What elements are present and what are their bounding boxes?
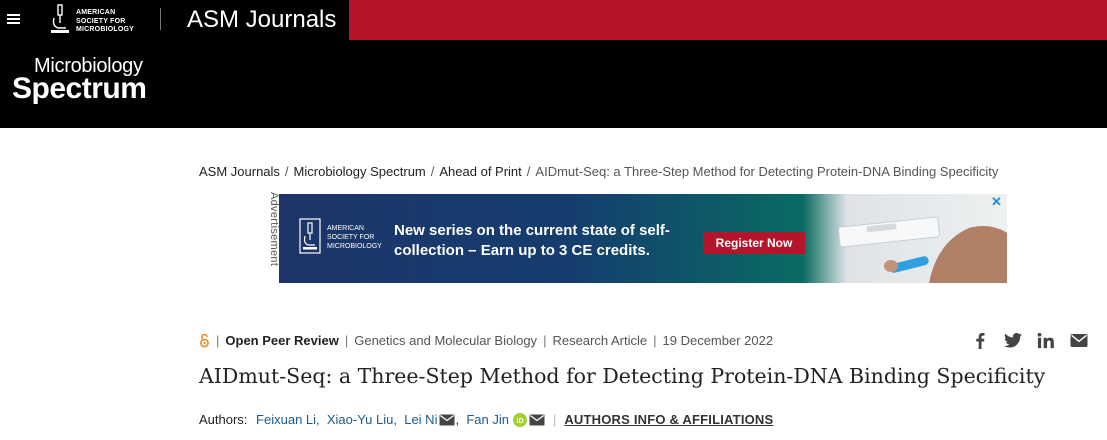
journal-banner: Microbiology Spectrum <box>0 40 1107 128</box>
register-now-button[interactable]: Register Now <box>703 232 805 254</box>
article-meta: | Open Peer Review | Genetics and Molecular… <box>199 331 773 351</box>
asm-logo[interactable]: AMERICAN SOCIETY FOR MICROBIOLOGY <box>48 4 158 36</box>
authors-line: Authors: Feixuan Li, Xiao-Yu Liu, Lei Ni… <box>199 412 774 427</box>
facebook-icon[interactable] <box>975 332 985 349</box>
ad-microscope-icon <box>299 218 321 254</box>
open-access-icon <box>200 333 209 348</box>
ad-headline: New series on the current state of self-… <box>394 222 670 259</box>
ad-banner[interactable]: AMERICAN SOCIETY FOR MICROBIOLOGY New se… <box>279 194 1007 283</box>
author-link[interactable]: Fan Jin <box>466 412 509 427</box>
email-icon[interactable] <box>1070 332 1088 349</box>
twitter-icon[interactable] <box>1004 332 1022 349</box>
authors-info-affiliations-link[interactable]: AUTHORS INFO & AFFILIATIONS <box>564 412 773 427</box>
breadcrumb-ahead-of-print[interactable]: Ahead of Print <box>439 164 521 179</box>
ad-close-icon[interactable]: ✕ <box>991 195 1003 208</box>
email-icon[interactable] <box>439 414 455 426</box>
meta-separator: | <box>653 333 657 348</box>
header-divider <box>160 8 161 30</box>
microscope-icon <box>51 4 69 33</box>
ad-label: Advertisement <box>268 192 280 267</box>
authors-label: Authors: <box>199 412 248 427</box>
email-icon[interactable] <box>529 414 545 426</box>
meta-separator: | <box>543 333 547 348</box>
article-type: Research Article <box>552 333 648 348</box>
breadcrumb-separator: / <box>284 164 289 179</box>
share-bar <box>973 331 1093 351</box>
peer-review-link[interactable]: Open Peer Review <box>225 333 338 348</box>
site-title[interactable]: ASM Journals <box>187 5 336 35</box>
breadcrumb: ASM Journals / Microbiology Spectrum / Ahead… <box>199 163 998 181</box>
subject-link[interactable]: Genetics and Molecular Biology <box>354 333 537 348</box>
linkedin-icon[interactable] <box>1037 332 1055 349</box>
orcid-icon[interactable]: iD <box>512 413 527 427</box>
journal-logo-line2[interactable]: Spectrum <box>12 71 147 107</box>
ad-test-kit-image <box>838 216 1007 283</box>
svg-text:iD: iD <box>516 418 523 425</box>
author-link[interactable]: Lei Ni <box>404 412 437 427</box>
ad-logo-text: AMERICAN SOCIETY FOR MICROBIOLOGY <box>327 225 382 250</box>
authors-separator: | <box>552 412 557 427</box>
publish-date: 19 December 2022 <box>662 333 774 348</box>
breadcrumb-current: AIDmut-Seq: a Three-Step Method for Dete… <box>535 164 999 179</box>
top-bar-accent <box>349 0 1107 40</box>
author-link[interactable]: Xiao-Yu Liu, <box>327 412 397 427</box>
asm-logo-text: AMERICAN SOCIETY FOR MICROBIOLOGY <box>76 9 135 33</box>
breadcrumb-asm-journals[interactable]: ASM Journals <box>199 164 280 179</box>
menu-icon[interactable] <box>7 12 21 26</box>
meta-separator: | <box>216 333 220 348</box>
meta-separator: | <box>344 333 349 348</box>
breadcrumb-separator: / <box>526 164 531 179</box>
breadcrumb-microbiology-spectrum[interactable]: Microbiology Spectrum <box>294 164 426 179</box>
article-title: AIDmut-Seq: a Three-Step Method for Dete… <box>199 364 1046 388</box>
author-link[interactable]: Feixuan Li, <box>256 412 320 427</box>
breadcrumb-separator: / <box>430 164 435 179</box>
